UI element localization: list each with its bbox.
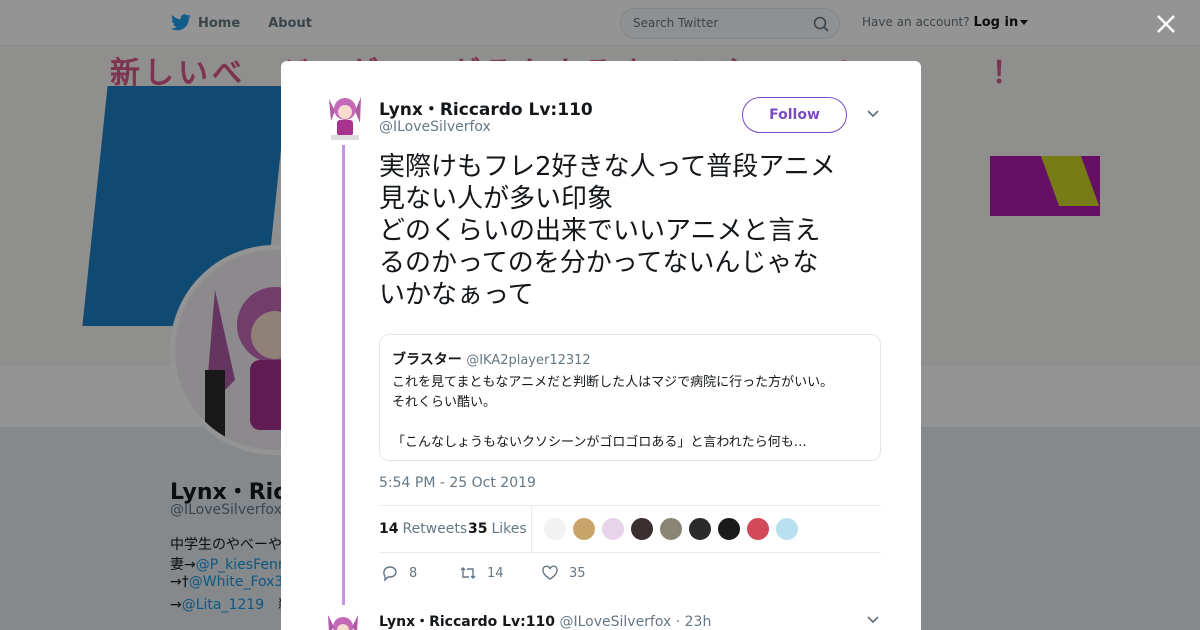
tweet-text-line: るのかってのを分かってないんじゃな [379,248,819,278]
next-tweet-author-name[interactable]: Lynx・Riccardo Lv:110 [379,614,555,630]
tweet-actions: 8 14 35 [381,564,681,584]
likers-avatars [543,517,804,541]
quoted-author-name: ブラスター [392,352,462,368]
tweet-timestamp[interactable]: 5:54 PM - 25 Oct 2019 [379,475,536,491]
stats-divider [531,506,532,552]
author-handle[interactable]: @ILoveSilverfox [379,119,491,135]
next-tweet-avatar[interactable] [325,613,361,630]
liker-avatar[interactable] [717,517,741,541]
quoted-tweet[interactable]: ブラスター @IKA2player12312 これを見てまともなアニメだと判断し… [379,334,881,461]
liker-avatar[interactable] [659,517,683,541]
reply-button[interactable]: 8 [381,564,417,582]
retweet-icon [460,567,476,579]
like-count: 35 [569,565,586,581]
follow-button[interactable]: Follow [742,97,847,133]
quoted-tweet-header: ブラスター @IKA2player12312 [392,349,591,369]
liker-avatar[interactable] [775,517,799,541]
author-name[interactable]: Lynx・Riccardo Lv:110 [379,95,593,120]
heart-icon [542,565,558,580]
liker-avatar[interactable] [572,517,596,541]
liker-avatar[interactable] [601,517,625,541]
likes-count: 35 [468,521,488,537]
chevron-down-icon[interactable] [866,109,880,119]
thread-line [342,145,345,605]
next-tweet-in-thread[interactable]: Lynx・Riccardo Lv:110 @ILoveSilverfox · 2… [325,609,885,630]
tweet-stats: 14 Retweets 35 Likes [379,505,881,553]
likes-label: Likes [491,521,527,537]
close-icon[interactable] [1155,13,1177,35]
retweets-count: 14 [379,521,399,537]
reply-icon [383,566,397,582]
tweet-text-line: 実際けもフレ2好きな人って普段アニメ [379,152,836,182]
next-tweet-time[interactable]: · 23h [676,614,712,630]
quoted-author-handle: @IKA2player12312 [466,353,591,368]
author-avatar[interactable] [325,93,365,141]
retweets-stat[interactable]: 14 Retweets [379,521,467,537]
liker-avatar[interactable] [630,517,654,541]
reply-count: 8 [409,565,418,581]
chevron-down-icon[interactable] [866,615,880,625]
tweet-text-line: 見ない人が多い印象 [379,184,614,214]
liker-avatar[interactable] [543,517,567,541]
quoted-text-line: それくらい酷い。 [392,395,497,410]
liker-avatar[interactable] [746,517,770,541]
retweets-label: Retweets [402,521,468,537]
retweet-count: 14 [487,565,504,581]
like-button[interactable]: 35 [541,564,586,582]
liker-avatar[interactable] [688,517,712,541]
tweet-text-line: どのくらいの出来でいいアニメと言え [379,216,821,246]
retweet-button[interactable]: 14 [459,564,504,582]
tweet-text: 実際けもフレ2好きな人って普段アニメ 見ない人が多い印象 どのくらいの出来でいい… [379,151,879,311]
next-tweet-author-handle[interactable]: @ILoveSilverfox [559,614,671,630]
likes-stat[interactable]: 35 Likes [468,521,527,537]
tweet-modal: Lynx・Riccardo Lv:110 @ILoveSilverfox Fol… [281,61,921,630]
quoted-text-line: これを見てまともなアニメだと判断した人はマジで病院に行った方がいい。 [392,375,834,390]
tweet-text-line: いかなぁって [379,280,534,310]
next-tweet-header: Lynx・Riccardo Lv:110 @ILoveSilverfox · 2… [379,611,711,630]
quoted-text-line: 「こんなしょうもないクソシーンがゴロゴロある」と言われたら何も… [392,435,807,450]
